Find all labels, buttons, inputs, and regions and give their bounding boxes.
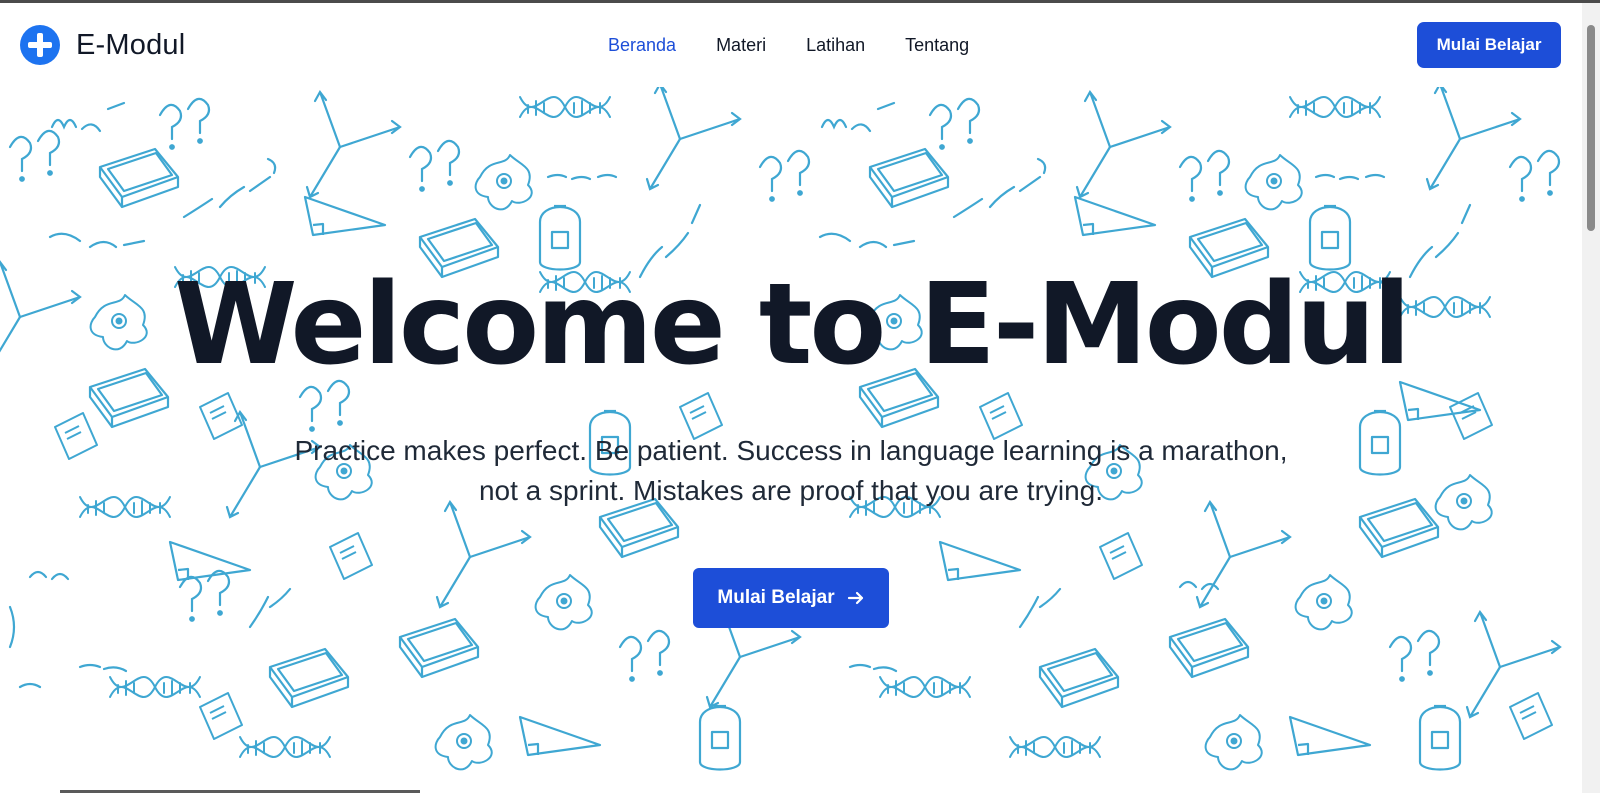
hero-subtitle-line-1: Practice makes perfect. Be patient. Succ… (294, 435, 1288, 466)
arrow-right-icon (847, 591, 863, 605)
hero-title: Welcome to E-Modul (173, 260, 1411, 390)
plus-circle-icon (20, 25, 60, 65)
brand-name: E-Modul (76, 28, 186, 61)
nav-menu: Beranda Materi Latihan Tentang (608, 35, 1009, 56)
header-start-learning-button[interactable]: Mulai Belajar (1417, 22, 1561, 68)
brand[interactable]: E-Modul (20, 25, 185, 65)
hero-section: Welcome to E-Modul Practice makes perfec… (0, 87, 1582, 793)
hero-subtitle-line-2: not a sprint. Mistakes are proof that yo… (478, 475, 1104, 506)
vertical-scrollbar[interactable] (1582, 3, 1600, 793)
nav-link-materi[interactable]: Materi (716, 35, 766, 56)
hero-start-learning-button[interactable]: Mulai Belajar (693, 568, 889, 628)
nav-link-tentang[interactable]: Tentang (905, 35, 969, 56)
hero-subtitle: Practice makes perfect. Be patient. Succ… (240, 431, 1342, 511)
nav-link-latihan[interactable]: Latihan (806, 35, 865, 56)
hero-cta-label: Mulai Belajar (717, 587, 835, 608)
navbar: E-Modul Beranda Materi Latihan Tentang M… (0, 3, 1582, 87)
doodle-group (0, 87, 1562, 771)
nav-link-beranda[interactable]: Beranda (608, 35, 676, 56)
scrollbar-thumb[interactable] (1587, 25, 1595, 231)
